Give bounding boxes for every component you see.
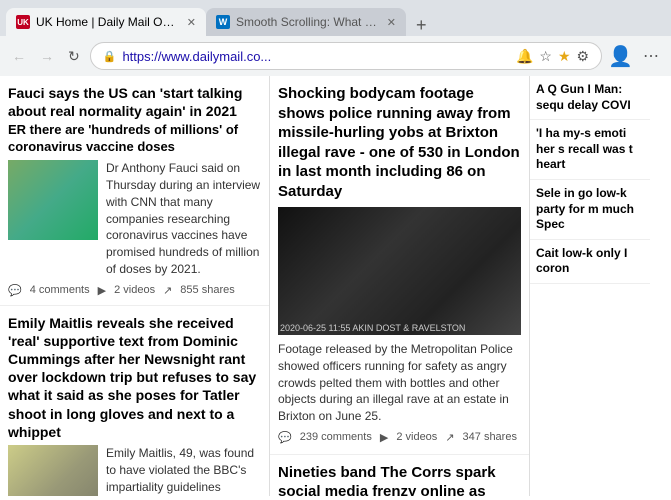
sidebar-article-2-headline: 'I ha my-s emoti her s recall was t hear…	[536, 126, 644, 173]
fauci-comments: 4 comments	[30, 284, 90, 296]
tab-favicon-smooth: W	[216, 15, 230, 29]
sidebar-article-2: 'I ha my-s emoti her s recall was t hear…	[530, 120, 650, 180]
article-maitlis-image	[8, 445, 98, 496]
tab-favicon-dailymail: UK	[16, 15, 30, 29]
article-brixton-text: Footage released by the Metropolitan Pol…	[278, 341, 521, 425]
tab-label-smooth: Smooth Scrolling: What is it and	[236, 15, 377, 29]
brixton-comments: 239 comments	[300, 431, 372, 443]
article-corrs-headline: Nineties band The Corrs spark social med…	[278, 463, 521, 496]
article-fauci: Fauci says the US can 'start talking abo…	[0, 76, 269, 306]
article-fauci-headline: Fauci says the US can 'start talking abo…	[8, 84, 261, 120]
tab-label-dailymail: UK Home | Daily Mail Online	[36, 15, 177, 29]
article-fauci-meta: 💬 4 comments ▶ 2 videos ↗ 855 shares	[8, 282, 261, 299]
article-maitlis-headline: Emily Maitlis reveals she received 'real…	[8, 314, 261, 441]
left-column: Fauci says the US can 'start talking abo…	[0, 76, 270, 496]
sidebar-article-4-headline: Cait low-k only I coron	[536, 246, 644, 277]
news-content: Fauci says the US can 'start talking abo…	[0, 76, 671, 496]
video-icon: ▶	[98, 284, 106, 297]
notification-icon[interactable]: 🔔	[516, 48, 533, 65]
right-sidebar: A Q Gun I Man: sequ delay COVI 'I ha my-…	[530, 76, 650, 496]
comment-icon: 💬	[8, 284, 22, 297]
article-fauci-subheadline: ER there are 'hundreds of millions' of c…	[8, 122, 261, 156]
fauci-videos: 2 videos	[114, 284, 155, 296]
back-button[interactable]: ←	[8, 44, 30, 68]
image-caption: 2020-06-25 11:55 AKIN DOST & RAVELSTON	[280, 323, 465, 333]
more-button[interactable]: ⋯	[639, 42, 663, 70]
sidebar-article-3-headline: Sele in go low-k party for m much Spec	[536, 186, 644, 233]
tab-close-smooth[interactable]: ✕	[387, 16, 396, 29]
brixton-videos: 2 videos	[396, 431, 437, 443]
sidebar-article-4: Cait low-k only I coron	[530, 240, 650, 284]
article-fauci-body: Dr Anthony Fauci said on Thursday during…	[8, 160, 261, 278]
star-icon[interactable]: ☆	[539, 48, 552, 65]
url-text: https://www.dailymail.co...	[122, 49, 510, 64]
tab-dailymail[interactable]: UK UK Home | Daily Mail Online ✕	[6, 8, 206, 36]
new-tab-button[interactable]: +	[410, 14, 433, 36]
article-maitlis: Emily Maitlis reveals she received 'real…	[0, 306, 269, 496]
article-fauci-text: Dr Anthony Fauci said on Thursday during…	[106, 160, 261, 278]
sidebar-article-3: Sele in go low-k party for m much Spec	[530, 180, 650, 240]
sidebar-article-1-headline: A Q Gun I Man: sequ delay COVI	[536, 82, 644, 113]
browser-chrome: UK UK Home | Daily Mail Online ✕ W Smoot…	[0, 0, 671, 76]
tab-smooth[interactable]: W Smooth Scrolling: What is it and ✕	[206, 8, 406, 36]
brixton-comment-icon: 💬	[278, 431, 292, 444]
article-brixton: Shocking bodycam footage shows police ru…	[270, 76, 529, 455]
tab-close-dailymail[interactable]: ✕	[187, 16, 196, 29]
article-brixton-meta: 💬 239 comments ▶ 2 videos ↗ 347 shares	[278, 429, 521, 446]
lock-icon: 🔒	[103, 50, 117, 63]
brixton-video-icon: ▶	[380, 431, 388, 444]
share-icon: ↗	[163, 284, 172, 297]
article-brixton-body-wrap: Footage released by the Metropolitan Pol…	[278, 341, 521, 425]
article-brixton-image: 2020-06-25 11:55 AKIN DOST & RAVELSTON	[278, 207, 521, 335]
tab-bar: UK UK Home | Daily Mail Online ✕ W Smoot…	[0, 0, 671, 36]
sidebar-article-1: A Q Gun I Man: sequ delay COVI	[530, 76, 650, 120]
bookmark-icon[interactable]: ★	[558, 48, 571, 65]
article-brixton-headline: Shocking bodycam footage shows police ru…	[278, 84, 521, 201]
center-column: Shocking bodycam footage shows police ru…	[270, 76, 530, 496]
forward-button[interactable]: →	[36, 44, 58, 68]
url-bar[interactable]: 🔒 https://www.dailymail.co... 🔔 ☆ ★ ⚙	[90, 42, 602, 70]
address-bar: ← → ↻ 🔒 https://www.dailymail.co... 🔔 ☆ …	[0, 36, 671, 76]
article-fauci-image	[8, 160, 98, 240]
reload-button[interactable]: ↻	[64, 44, 84, 69]
article-corrs: Nineties band The Corrs spark social med…	[270, 455, 529, 496]
fauci-shares: 855 shares	[180, 284, 234, 296]
brixton-shares: 347 shares	[463, 431, 517, 443]
article-maitlis-text: Emily Maitlis, 49, was found to have vio…	[106, 445, 261, 496]
article-maitlis-body: Emily Maitlis, 49, was found to have vio…	[8, 445, 261, 496]
account-icon[interactable]: 👤	[608, 44, 633, 69]
brixton-share-icon: ↗	[445, 431, 454, 444]
settings-icon[interactable]: ⚙	[577, 48, 590, 65]
